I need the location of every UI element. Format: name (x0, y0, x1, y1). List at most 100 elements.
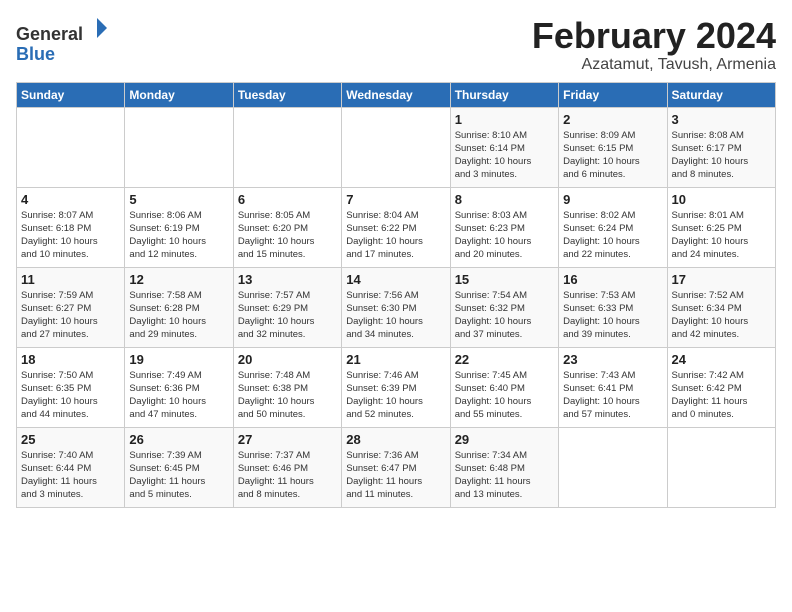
day-number: 10 (672, 192, 771, 207)
day-info: Sunrise: 7:56 AM Sunset: 6:30 PM Dayligh… (346, 289, 445, 342)
day-number: 12 (129, 272, 228, 287)
calendar-cell: 5 Sunrise: 8:06 AM Sunset: 6:19 PM Daylig… (125, 187, 233, 267)
calendar-week-row: 25 Sunrise: 7:40 AM Sunset: 6:44 PM Dayli… (17, 427, 776, 507)
day-number: 23 (563, 352, 662, 367)
day-info: Sunrise: 8:07 AM Sunset: 6:18 PM Dayligh… (21, 209, 120, 262)
day-number: 29 (455, 432, 554, 447)
calendar-cell: 16 Sunrise: 7:53 AM Sunset: 6:33 PM Dayli… (559, 267, 667, 347)
day-info: Sunrise: 7:43 AM Sunset: 6:41 PM Dayligh… (563, 369, 662, 422)
day-number: 16 (563, 272, 662, 287)
weekday-header-friday: Friday (559, 82, 667, 107)
calendar-title: February 2024 (532, 16, 776, 56)
day-number: 13 (238, 272, 337, 287)
day-info: Sunrise: 8:02 AM Sunset: 6:24 PM Dayligh… (563, 209, 662, 262)
day-info: Sunrise: 7:40 AM Sunset: 6:44 PM Dayligh… (21, 449, 120, 502)
day-info: Sunrise: 7:52 AM Sunset: 6:34 PM Dayligh… (672, 289, 771, 342)
day-info: Sunrise: 7:37 AM Sunset: 6:46 PM Dayligh… (238, 449, 337, 502)
day-number: 5 (129, 192, 228, 207)
day-info: Sunrise: 8:03 AM Sunset: 6:23 PM Dayligh… (455, 209, 554, 262)
day-number: 19 (129, 352, 228, 367)
day-number: 7 (346, 192, 445, 207)
calendar-cell: 1 Sunrise: 8:10 AM Sunset: 6:14 PM Daylig… (450, 107, 558, 187)
calendar-cell: 9 Sunrise: 8:02 AM Sunset: 6:24 PM Daylig… (559, 187, 667, 267)
day-info: Sunrise: 8:06 AM Sunset: 6:19 PM Dayligh… (129, 209, 228, 262)
day-number: 15 (455, 272, 554, 287)
calendar-cell: 17 Sunrise: 7:52 AM Sunset: 6:34 PM Dayli… (667, 267, 775, 347)
weekday-header-monday: Monday (125, 82, 233, 107)
calendar-subtitle: Azatamut, Tavush, Armenia (532, 56, 776, 74)
day-info: Sunrise: 7:59 AM Sunset: 6:27 PM Dayligh… (21, 289, 120, 342)
header: General Blue February 2024 Azatamut, Tav… (16, 16, 776, 74)
day-number: 8 (455, 192, 554, 207)
day-number: 2 (563, 112, 662, 127)
calendar-cell: 22 Sunrise: 7:45 AM Sunset: 6:40 PM Dayli… (450, 347, 558, 427)
logo: General Blue (16, 16, 109, 65)
day-info: Sunrise: 8:08 AM Sunset: 6:17 PM Dayligh… (672, 129, 771, 182)
day-number: 21 (346, 352, 445, 367)
calendar-cell: 27Sunrise: 7:37 AM Sunset: 6:46 PM Dayli… (233, 427, 341, 507)
calendar-cell: 29 Sunrise: 7:34 AM Sunset: 6:48 PM Dayli… (450, 427, 558, 507)
calendar-week-row: 1 Sunrise: 8:10 AM Sunset: 6:14 PM Daylig… (17, 107, 776, 187)
calendar-cell: 18 Sunrise: 7:50 AM Sunset: 6:35 PM Dayli… (17, 347, 125, 427)
calendar-cell: 10 Sunrise: 8:01 AM Sunset: 6:25 PM Dayli… (667, 187, 775, 267)
calendar-week-row: 11 Sunrise: 7:59 AM Sunset: 6:27 PM Dayli… (17, 267, 776, 347)
calendar-cell: 20 Sunrise: 7:48 AM Sunset: 6:38 PM Dayli… (233, 347, 341, 427)
calendar-cell (559, 427, 667, 507)
day-info: Sunrise: 7:48 AM Sunset: 6:38 PM Dayligh… (238, 369, 337, 422)
weekday-header-saturday: Saturday (667, 82, 775, 107)
calendar-cell: 12Sunrise: 7:58 AM Sunset: 6:28 PM Dayli… (125, 267, 233, 347)
day-info: Sunrise: 8:01 AM Sunset: 6:25 PM Dayligh… (672, 209, 771, 262)
day-number: 1 (455, 112, 554, 127)
logo-icon (85, 16, 109, 40)
calendar-cell (667, 427, 775, 507)
day-info: Sunrise: 7:53 AM Sunset: 6:33 PM Dayligh… (563, 289, 662, 342)
calendar-week-row: 18 Sunrise: 7:50 AM Sunset: 6:35 PM Dayli… (17, 347, 776, 427)
calendar-cell: 2 Sunrise: 8:09 AM Sunset: 6:15 PM Daylig… (559, 107, 667, 187)
logo-general-text: General (16, 24, 83, 44)
calendar-cell: 11 Sunrise: 7:59 AM Sunset: 6:27 PM Dayli… (17, 267, 125, 347)
day-number: 22 (455, 352, 554, 367)
weekday-header-sunday: Sunday (17, 82, 125, 107)
day-info: Sunrise: 7:34 AM Sunset: 6:48 PM Dayligh… (455, 449, 554, 502)
calendar-cell (233, 107, 341, 187)
day-info: Sunrise: 7:46 AM Sunset: 6:39 PM Dayligh… (346, 369, 445, 422)
calendar-cell: 23 Sunrise: 7:43 AM Sunset: 6:41 PM Dayli… (559, 347, 667, 427)
calendar-table: SundayMondayTuesdayWednesdayThursdayFrid… (16, 82, 776, 508)
logo-blue-text: Blue (16, 44, 55, 64)
day-info: Sunrise: 7:39 AM Sunset: 6:45 PM Dayligh… (129, 449, 228, 502)
day-info: Sunrise: 7:50 AM Sunset: 6:35 PM Dayligh… (21, 369, 120, 422)
day-number: 17 (672, 272, 771, 287)
calendar-cell: 15Sunrise: 7:54 AM Sunset: 6:32 PM Dayli… (450, 267, 558, 347)
weekday-header-tuesday: Tuesday (233, 82, 341, 107)
day-number: 18 (21, 352, 120, 367)
day-info: Sunrise: 8:05 AM Sunset: 6:20 PM Dayligh… (238, 209, 337, 262)
calendar-cell: 6 Sunrise: 8:05 AM Sunset: 6:20 PM Daylig… (233, 187, 341, 267)
day-info: Sunrise: 8:10 AM Sunset: 6:14 PM Dayligh… (455, 129, 554, 182)
weekday-header-wednesday: Wednesday (342, 82, 450, 107)
weekday-header-row: SundayMondayTuesdayWednesdayThursdayFrid… (17, 82, 776, 107)
day-number: 25 (21, 432, 120, 447)
title-block: February 2024 Azatamut, Tavush, Armenia (532, 16, 776, 74)
calendar-cell (17, 107, 125, 187)
calendar-cell: 28 Sunrise: 7:36 AM Sunset: 6:47 PM Dayli… (342, 427, 450, 507)
calendar-cell: 3 Sunrise: 8:08 AM Sunset: 6:17 PM Daylig… (667, 107, 775, 187)
day-number: 28 (346, 432, 445, 447)
calendar-cell: 19 Sunrise: 7:49 AM Sunset: 6:36 PM Dayli… (125, 347, 233, 427)
day-info: Sunrise: 7:45 AM Sunset: 6:40 PM Dayligh… (455, 369, 554, 422)
calendar-cell: 25 Sunrise: 7:40 AM Sunset: 6:44 PM Dayli… (17, 427, 125, 507)
day-number: 20 (238, 352, 337, 367)
day-info: Sunrise: 7:57 AM Sunset: 6:29 PM Dayligh… (238, 289, 337, 342)
day-number: 9 (563, 192, 662, 207)
day-number: 11 (21, 272, 120, 287)
day-info: Sunrise: 7:49 AM Sunset: 6:36 PM Dayligh… (129, 369, 228, 422)
day-number: 4 (21, 192, 120, 207)
day-number: 24 (672, 352, 771, 367)
weekday-header-thursday: Thursday (450, 82, 558, 107)
day-info: Sunrise: 8:09 AM Sunset: 6:15 PM Dayligh… (563, 129, 662, 182)
day-info: Sunrise: 7:36 AM Sunset: 6:47 PM Dayligh… (346, 449, 445, 502)
day-number: 3 (672, 112, 771, 127)
calendar-week-row: 4 Sunrise: 8:07 AM Sunset: 6:18 PM Daylig… (17, 187, 776, 267)
day-number: 6 (238, 192, 337, 207)
calendar-cell: 4 Sunrise: 8:07 AM Sunset: 6:18 PM Daylig… (17, 187, 125, 267)
day-info: Sunrise: 8:04 AM Sunset: 6:22 PM Dayligh… (346, 209, 445, 262)
